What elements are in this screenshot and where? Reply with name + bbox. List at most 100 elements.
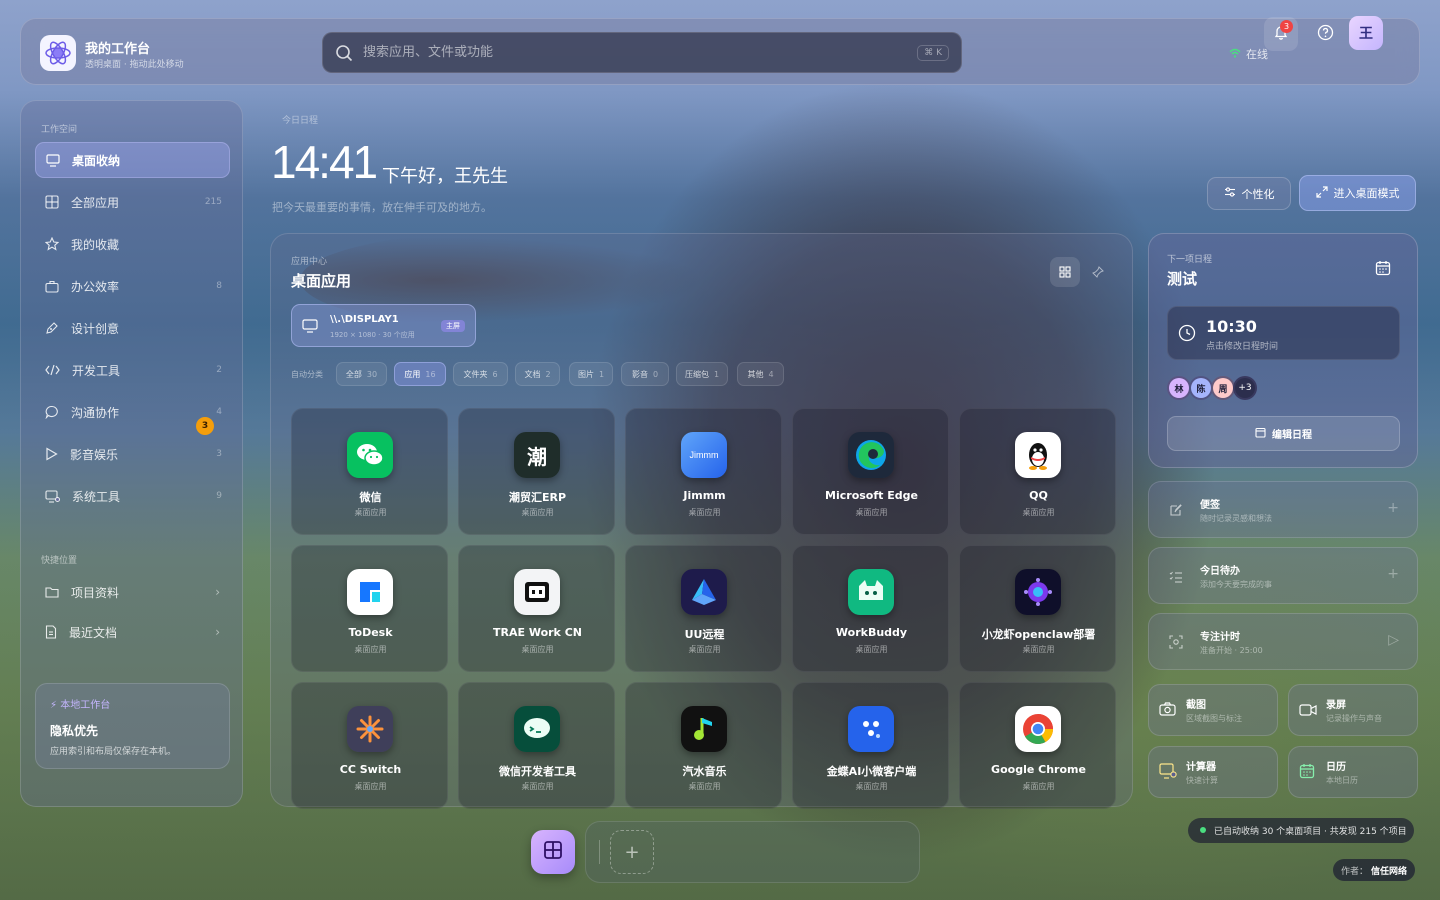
filter-chip[interactable]: 其他 4 bbox=[737, 362, 784, 386]
status-bar: 已自动收纳 30 个桌面项目 · 共发现 215 个项目 bbox=[1188, 818, 1414, 843]
widget-card[interactable]: 专注计时 准备开始 · 25:00 ▷ bbox=[1148, 613, 1418, 670]
dock-add-button[interactable]: + bbox=[610, 830, 654, 874]
clock: 14:41 bbox=[271, 136, 378, 188]
tool-card[interactable]: 录屏 记录操作与声音 bbox=[1288, 684, 1418, 736]
app-tile[interactable]: 微信 桌面应用 bbox=[291, 408, 448, 535]
note-icon bbox=[1169, 502, 1182, 521]
sidebar-item[interactable]: 开发工具 2 bbox=[35, 352, 230, 388]
app-tile[interactable]: ToDesk 桌面应用 bbox=[291, 545, 448, 672]
filter-chip-label: 影音 bbox=[631, 369, 648, 379]
panel-title: 桌面应用 bbox=[291, 272, 352, 290]
filter-chip[interactable]: 影音 0 bbox=[621, 362, 669, 386]
tool-title: 录屏 bbox=[1326, 700, 1346, 711]
app-type: 桌面应用 bbox=[354, 782, 387, 791]
sidebar-item[interactable]: 系统工具 9 bbox=[35, 478, 230, 514]
sidebar-item[interactable]: 全部应用 215 bbox=[35, 184, 230, 220]
app-name: 潮贸汇ERP bbox=[508, 491, 567, 504]
sidebar-item[interactable]: 影音娱乐 3 bbox=[35, 436, 230, 472]
help-button[interactable] bbox=[1308, 17, 1342, 51]
app-tile[interactable]: 汽水音乐 桌面应用 bbox=[625, 682, 782, 809]
widget-card[interactable]: 便签 随时记录灵感和想法 + bbox=[1148, 481, 1418, 538]
filter-chip[interactable]: 文件夹 6 bbox=[453, 362, 508, 386]
sidebar-item[interactable]: 我的收藏 bbox=[35, 226, 230, 262]
app-name: 微信开发者工具 bbox=[499, 765, 576, 778]
sidebar-item-count: 2 bbox=[216, 365, 222, 375]
display-info: 1920 × 1080 · 30 个应用 bbox=[330, 331, 415, 339]
filter-chip[interactable]: 文档 2 bbox=[515, 362, 560, 386]
app-type: 桌面应用 bbox=[688, 782, 721, 791]
author-tag[interactable]: 作者： 信任网络 bbox=[1333, 859, 1415, 881]
app-tile[interactable]: QQ 桌面应用 bbox=[959, 408, 1116, 535]
personalize-button[interactable]: 个性化 bbox=[1207, 177, 1291, 210]
app-tile[interactable]: 微信开发者工具 桌面应用 bbox=[458, 682, 615, 809]
app-tile[interactable]: WorkBuddy 桌面应用 bbox=[792, 545, 949, 672]
filter-chip[interactable]: 全部 30 bbox=[336, 362, 387, 386]
app-tile[interactable]: Google Chrome 桌面应用 bbox=[959, 682, 1116, 809]
uu-icon bbox=[681, 569, 727, 615]
user-avatar[interactable]: 王 bbox=[1349, 16, 1383, 50]
personalize-label: 个性化 bbox=[1241, 187, 1275, 201]
expand-icon bbox=[1315, 185, 1328, 201]
widget-card[interactable]: 今日待办 添加今天要完成的事 + bbox=[1148, 547, 1418, 604]
filter-chip[interactable]: 应用 16 bbox=[394, 362, 446, 386]
app-name: QQ bbox=[1029, 489, 1048, 502]
panel-overline: 应用中心 bbox=[291, 257, 328, 267]
sidebar-item[interactable]: 设计创意 bbox=[35, 310, 230, 346]
app-tile[interactable]: 小龙虾openclaw部署 桌面应用 bbox=[959, 545, 1116, 672]
app-tile[interactable]: 潮潮贸汇ERP 桌面应用 bbox=[458, 408, 615, 535]
sidebar-item-count: 4 bbox=[216, 407, 222, 417]
app-tile[interactable]: Jimmm Jimmm 桌面应用 bbox=[625, 408, 782, 535]
tool-title: 计算器 bbox=[1186, 762, 1216, 773]
dock-workspace-button[interactable] bbox=[531, 830, 575, 874]
filter-chip-label: 全部 bbox=[345, 369, 362, 379]
participant-more: +3 bbox=[1233, 376, 1257, 400]
calendar-icon[interactable] bbox=[1375, 260, 1391, 280]
chat-icon bbox=[45, 405, 59, 419]
display-selector[interactable]: \\.\DISPLAY1 1920 × 1080 · 30 个应用 主屏 bbox=[291, 304, 476, 347]
sidebar-item[interactable]: 办公效率 8 bbox=[35, 268, 230, 304]
tool-subtitle: 本地日历 bbox=[1326, 776, 1358, 785]
app-grid: 微信 桌面应用潮潮贸汇ERP 桌面应用 Jimmm Jimmm 桌面应用 Microsoft… bbox=[291, 408, 1116, 809]
app-tile[interactable]: CC Switch 桌面应用 bbox=[291, 682, 448, 809]
pin-button[interactable] bbox=[1083, 257, 1113, 287]
quick-location-item[interactable]: 最近文档 › bbox=[35, 614, 230, 650]
app-type: 桌面应用 bbox=[688, 508, 721, 517]
app-name: 金蝶AI小微客户端 bbox=[826, 765, 917, 778]
widget-action-button[interactable]: + bbox=[1387, 500, 1399, 516]
app-tile[interactable]: TRAE Work CN 桌面应用 bbox=[458, 545, 615, 672]
schedule-time-box[interactable]: 10:30 点击修改日程时间 bbox=[1167, 306, 1400, 360]
calendar-small-icon bbox=[1255, 427, 1266, 441]
quick-location-item[interactable]: 项目资料 › bbox=[35, 574, 230, 610]
monitor-icon bbox=[302, 318, 318, 337]
filter-chip[interactable]: 压缩包 1 bbox=[676, 362, 728, 386]
desktop-mode-button[interactable]: 进入桌面模式 bbox=[1299, 175, 1416, 211]
app-tile[interactable]: UU远程 桌面应用 bbox=[625, 545, 782, 672]
online-status: 在线 bbox=[1229, 46, 1268, 62]
filter-chip-label: 其他 bbox=[747, 369, 764, 379]
lightning-icon: ⚡ bbox=[50, 700, 58, 711]
participant-avatar: 林 bbox=[1167, 376, 1191, 400]
edit-schedule-button[interactable]: 编辑日程 bbox=[1167, 416, 1400, 451]
search-input[interactable] bbox=[363, 33, 903, 72]
widget-subtitle: 准备开始 · 25:00 bbox=[1200, 646, 1263, 655]
filter-chip[interactable]: 图片 1 bbox=[569, 362, 613, 386]
grid-view-button[interactable] bbox=[1050, 257, 1080, 287]
sidebar-item-label: 办公效率 bbox=[71, 279, 120, 294]
palette-icon bbox=[45, 321, 59, 335]
music-icon bbox=[681, 706, 727, 752]
tool-card[interactable]: 计算器 快速计算 bbox=[1148, 746, 1278, 798]
app-tile[interactable]: Microsoft Edge 桌面应用 bbox=[792, 408, 949, 535]
privacy-tag-label: 本地工作台 bbox=[60, 700, 111, 711]
search-bar[interactable]: ⌘ K bbox=[322, 32, 962, 73]
sidebar-item-label: 全部应用 bbox=[71, 195, 120, 210]
sidebar-item-count: 8 bbox=[216, 281, 222, 291]
qq-icon bbox=[1015, 432, 1061, 478]
tool-card[interactable]: 截图 区域截图与标注 bbox=[1148, 684, 1278, 736]
sidebar-item[interactable]: 桌面收纳 bbox=[35, 142, 230, 178]
sidebar-item-count: 3 bbox=[216, 449, 222, 459]
widget-action-button[interactable]: ▷ bbox=[1388, 632, 1399, 648]
filter-chip-label: 图片 bbox=[577, 369, 594, 379]
app-tile[interactable]: 金蝶AI小微客户端 桌面应用 bbox=[792, 682, 949, 809]
tool-card[interactable]: 日历 本地日历 bbox=[1288, 746, 1418, 798]
widget-action-button[interactable]: + bbox=[1387, 566, 1399, 582]
